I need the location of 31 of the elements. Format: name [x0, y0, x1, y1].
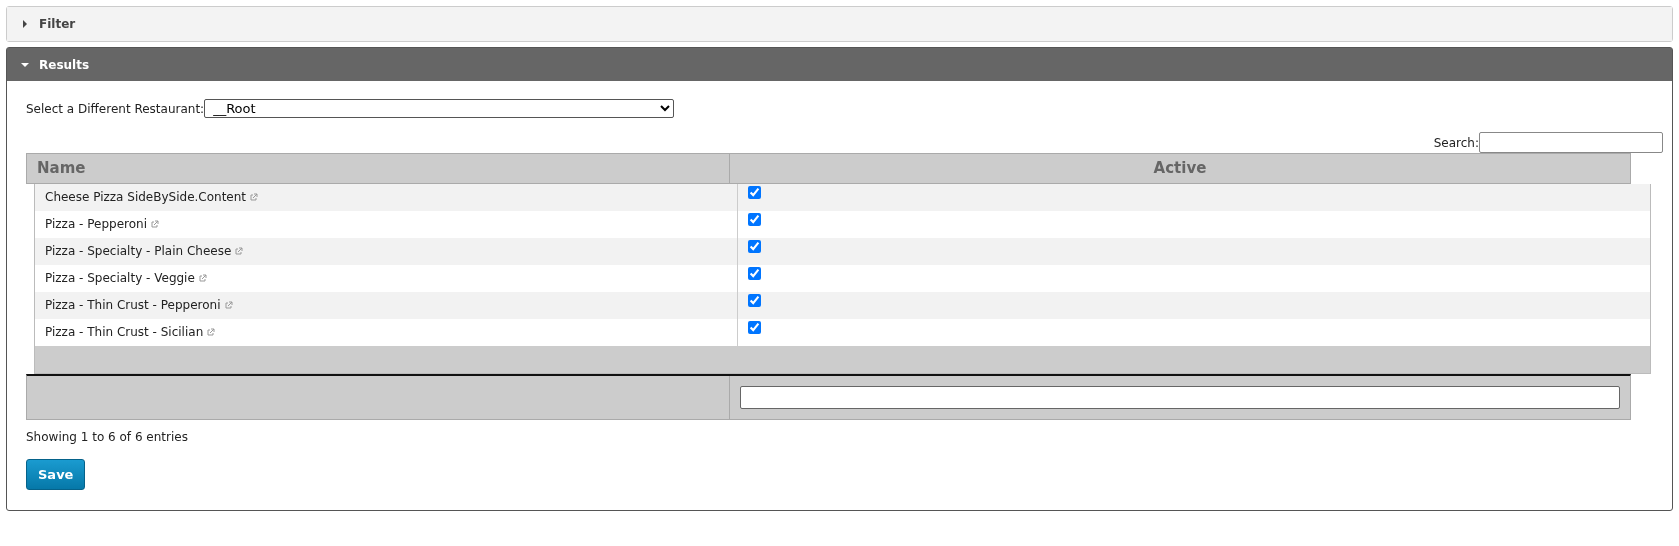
panel-title: Results	[39, 56, 90, 74]
restaurant-select[interactable]: __Root	[204, 99, 675, 118]
external-link-icon	[198, 274, 207, 282]
column-header[interactable]: Active	[730, 154, 1630, 183]
item-link[interactable]: Pizza - Specialty - Veggie	[45, 269, 195, 287]
item-link[interactable]: Pizza - Thin Crust - Pepperoni	[45, 296, 221, 314]
column-header[interactable]: Name	[27, 154, 730, 183]
external-link-icon	[151, 220, 159, 228]
external-link-icon	[235, 247, 244, 255]
item-link[interactable]: Pizza - Specialty - Plain Cheese	[45, 242, 232, 260]
entries-info: Showing 1 to 6 of 6 entries	[26, 428, 189, 446]
select-label: Select a Different Restaurant:	[26, 100, 205, 118]
panel-header[interactable]: Results	[7, 48, 1672, 81]
panel-header[interactable]: Filter	[7, 7, 1672, 41]
active-checkbox[interactable]	[748, 266, 761, 280]
search-field[interactable]	[1479, 132, 1663, 153]
item-link[interactable]: Pizza - Pepperoni	[45, 215, 147, 233]
active-checkbox[interactable]	[748, 185, 761, 199]
save-button[interactable]: Save	[26, 458, 86, 490]
external-link-icon	[224, 301, 233, 309]
item-link[interactable]: Cheese Pizza SideBySide.Content	[45, 188, 247, 206]
search-label: Search:	[1433, 134, 1479, 152]
active-checkbox[interactable]	[748, 239, 761, 253]
item-link[interactable]: Pizza - Thin Crust - Sicilian	[45, 323, 204, 341]
external-link-icon	[207, 328, 216, 336]
active-checkbox[interactable]	[748, 212, 761, 226]
panel-title: Filter	[39, 16, 76, 33]
column-filter-field[interactable]	[740, 385, 1620, 409]
active-checkbox[interactable]	[748, 320, 761, 334]
active-checkbox[interactable]	[748, 293, 761, 307]
external-link-icon	[250, 193, 259, 201]
